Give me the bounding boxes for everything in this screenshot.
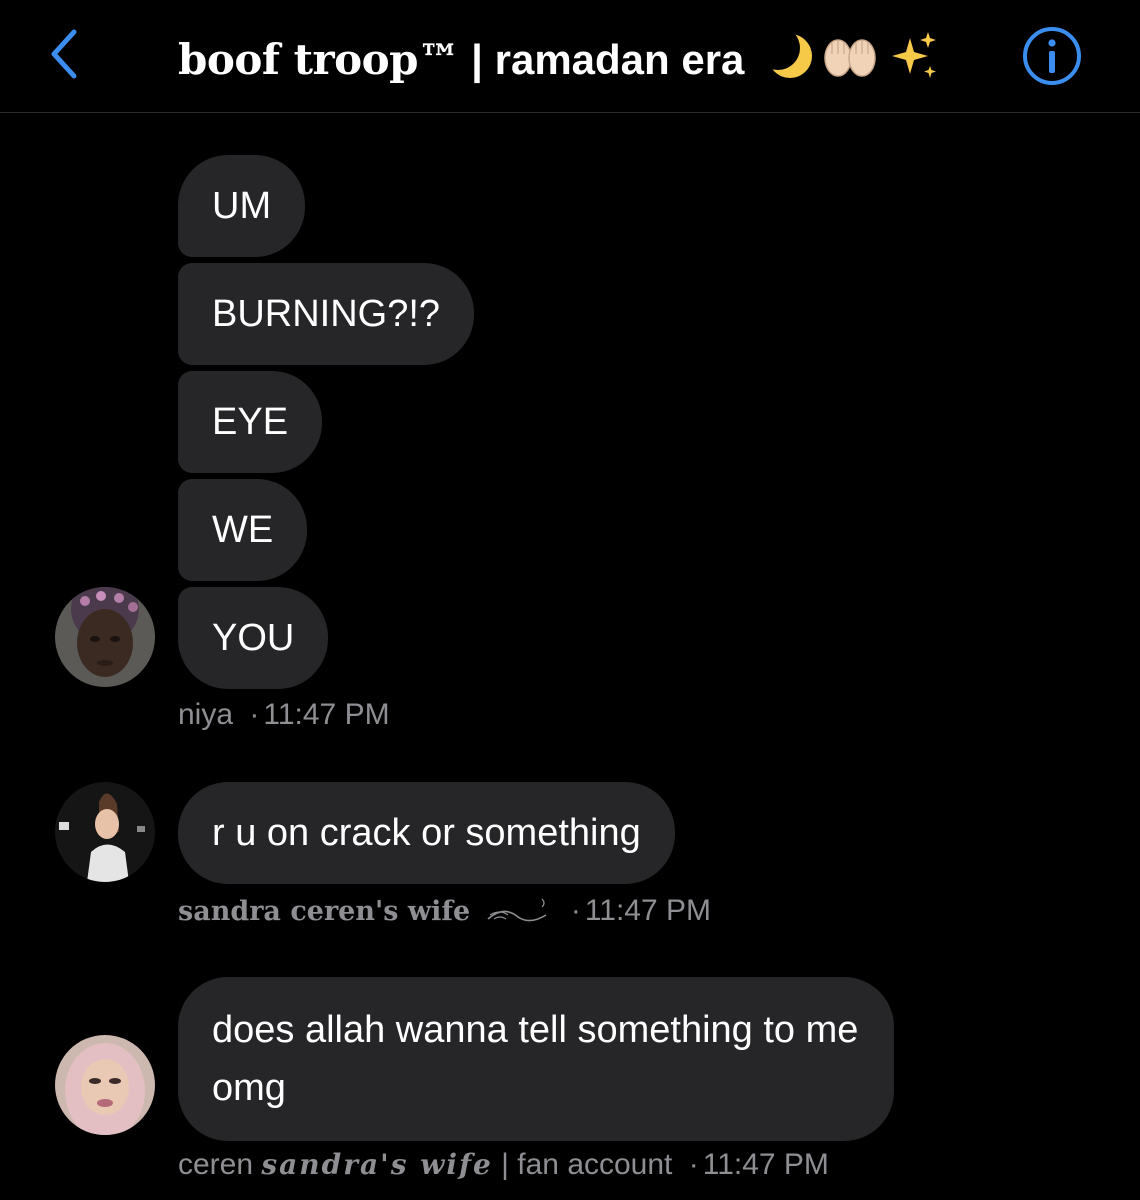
chat-title-separator: | <box>459 36 495 84</box>
sparkles-icon <box>892 32 937 78</box>
message-time: 11:47 PM <box>584 894 712 927</box>
avatar-niya[interactable] <box>55 587 155 687</box>
avatar-sandra[interactable] <box>55 782 155 882</box>
info-icon <box>1023 27 1081 85</box>
chat-title[interactable]: boof troop™ | ramadan era <box>178 26 942 98</box>
chat-title-part1: boof troop™ <box>178 35 460 85</box>
title-emojis <box>756 26 942 98</box>
message-text: EYE <box>212 401 289 443</box>
message-bubble[interactable]: r u on crack or something <box>178 782 675 884</box>
message-bubble[interactable]: BURNING?!? <box>178 263 475 365</box>
meta-dot: · <box>688 1148 699 1181</box>
message-time: 11:47 PM <box>702 1148 829 1181</box>
chat-header: boof troop™ | ramadan era <box>0 0 1140 113</box>
wave-flourish-icon <box>487 898 547 922</box>
sender-name-italic: sandra's wife <box>261 1148 493 1181</box>
message-meta-niya: niya · 11:47 PM <box>178 698 390 732</box>
sender-name: niya <box>178 698 234 731</box>
message-text: UM <box>212 185 272 227</box>
avatar-ceren[interactable] <box>55 1035 155 1135</box>
crescent-moon-icon <box>756 26 813 78</box>
meta-dot: · <box>249 698 260 731</box>
sender-name-suffix: | fan account <box>492 1148 681 1181</box>
message-bubble[interactable]: WE <box>178 479 308 581</box>
message-text: YOU <box>212 617 295 659</box>
back-button[interactable] <box>40 24 90 84</box>
raised-palms-icon <box>824 39 876 77</box>
sender-name: sandra ceren's wife <box>178 896 471 927</box>
chevron-left-icon <box>51 29 77 79</box>
message-bubble[interactable]: YOU <box>178 587 329 689</box>
message-text: r u on crack or something <box>212 812 641 854</box>
message-time: 11:47 PM <box>263 698 390 731</box>
message-bubble[interactable]: EYE <box>178 371 323 473</box>
message-bubble[interactable]: UM <box>178 155 306 257</box>
message-text: BURNING?!? <box>212 293 441 335</box>
message-text: does allah wanna tell something to me om… <box>212 1009 859 1109</box>
message-meta-ceren: ceren sandra's wife | fan account · 11:47… <box>178 1148 829 1182</box>
message-meta-sandra: sandra ceren's wife · 11:47 PM <box>178 894 711 929</box>
sender-name: ceren <box>178 1148 262 1181</box>
message-text: WE <box>212 509 274 551</box>
chat-title-part2: ramadan era <box>494 36 745 84</box>
info-button[interactable] <box>1020 24 1084 88</box>
meta-dot: · <box>570 894 581 927</box>
message-bubble[interactable]: does allah wanna tell something to me om… <box>178 977 894 1141</box>
